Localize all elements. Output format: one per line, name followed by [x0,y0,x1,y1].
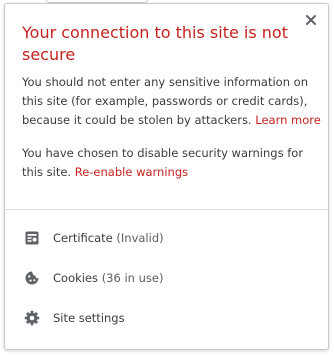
close-button[interactable] [304,13,318,27]
cookies-count: (36 in use) [101,271,164,285]
re-enable-warnings-link[interactable]: Re-enable warnings [75,165,188,179]
certificate-status: (Invalid) [116,231,164,245]
site-settings-row[interactable]: Site settings [5,298,328,338]
cookies-label: Cookies [53,271,99,285]
sensitive-info-warning: You should not enter any sensitive infor… [22,73,322,130]
connection-status-title: Your connection to this site is not secu… [22,23,288,64]
page-info-bubble: Your connection to this site is not secu… [4,3,329,350]
cookies-row-text: Cookies (36 in use) [53,269,163,287]
cookie-icon [24,270,40,286]
close-icon [306,15,316,25]
site-settings-label: Site settings [53,311,125,325]
certificate-row[interactable]: Certificate (Invalid) [5,218,328,258]
warnings-disabled-notice: You have chosen to disable security warn… [22,144,322,182]
cookies-row[interactable]: Cookies (36 in use) [5,258,328,298]
certificate-label: Certificate [53,231,113,245]
learn-more-link[interactable]: Learn more [255,113,321,127]
gear-icon [24,310,40,326]
certificate-row-text: Certificate (Invalid) [53,229,164,247]
section-divider [5,209,328,210]
certificate-icon [24,230,40,246]
